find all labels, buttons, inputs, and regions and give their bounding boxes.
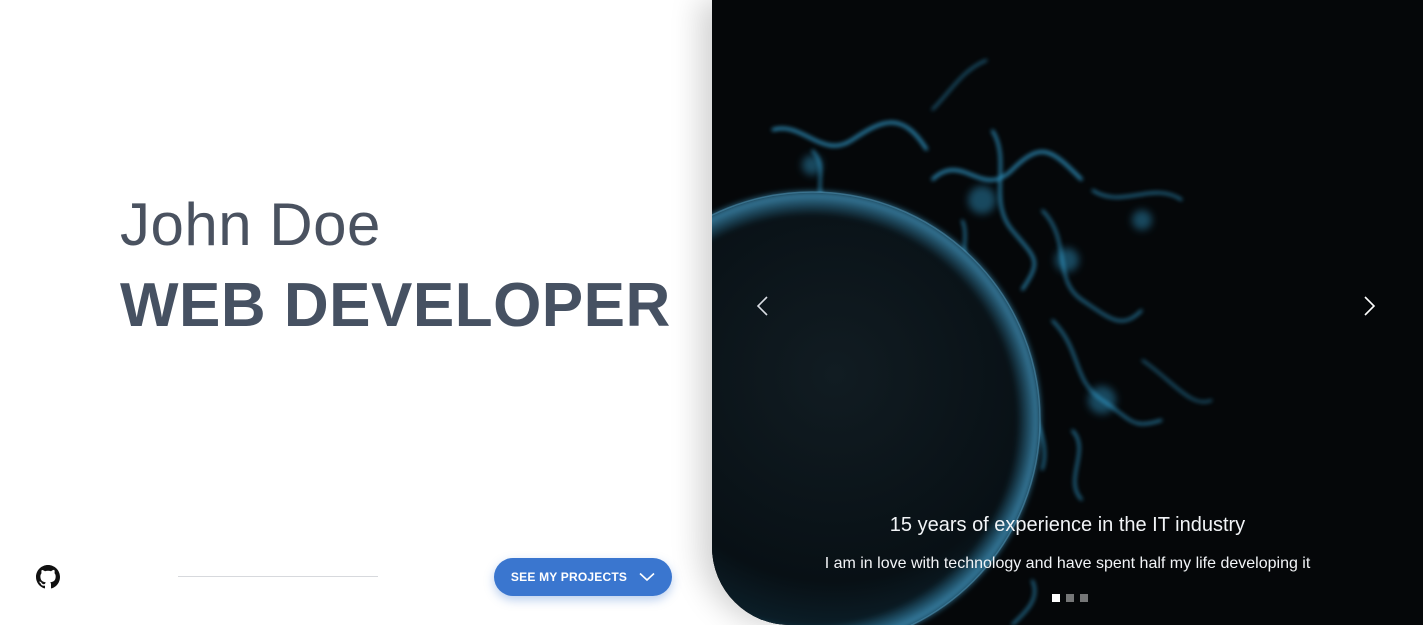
chevron-down-icon <box>639 572 655 582</box>
footer-divider <box>178 576 378 577</box>
slide-description: I am in love with technology and have sp… <box>824 555 1311 572</box>
hero-role: WEB DEVELOPER <box>120 271 671 340</box>
github-icon[interactable] <box>36 565 60 589</box>
carousel-indicator-3[interactable] <box>1080 594 1088 602</box>
hero-carousel: 15 years of experience in the IT industr… <box>712 0 1423 625</box>
slide-title: 15 years of experience in the IT industr… <box>889 514 1246 536</box>
see-projects-button[interactable]: SEE MY PROJECTS <box>494 558 672 596</box>
chevron-right-icon <box>1363 295 1377 322</box>
see-projects-label: SEE MY PROJECTS <box>510 570 628 584</box>
hero-section: John Doe WEB DEVELOPER SEE MY PROJECTS <box>0 0 712 625</box>
carousel-indicator-1[interactable] <box>1052 594 1060 602</box>
page: John Doe WEB DEVELOPER SEE MY PROJECTS 1… <box>0 0 1423 625</box>
chevron-left-icon <box>755 295 769 322</box>
carousel-indicator-2[interactable] <box>1066 594 1074 602</box>
carousel-indicators <box>1052 594 1088 602</box>
carousel-prev-button[interactable] <box>750 295 774 322</box>
carousel-next-button[interactable] <box>1358 295 1382 322</box>
hero-name: John Doe <box>120 191 381 258</box>
